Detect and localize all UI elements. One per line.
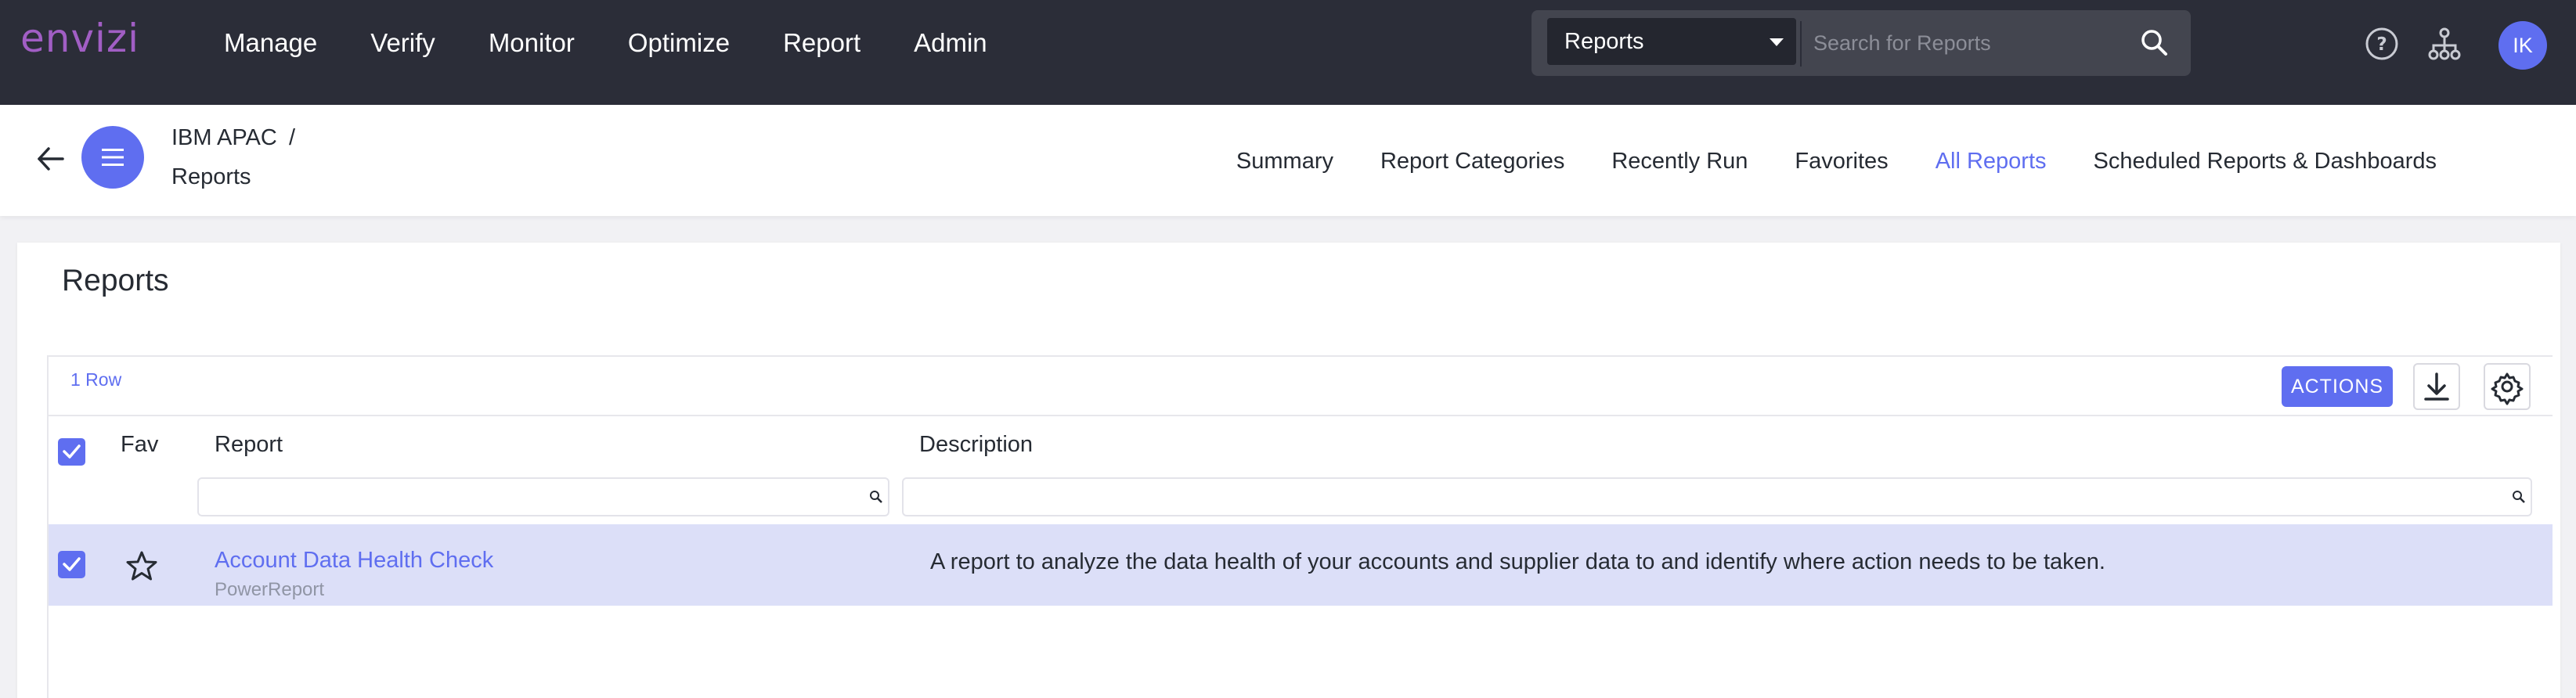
row-count: 1 Row	[70, 369, 122, 390]
search-input[interactable]	[1813, 23, 2127, 63]
search-scope-select[interactable]: Reports	[1547, 18, 1796, 65]
envizi-logo[interactable]: envizi	[20, 16, 139, 61]
nav-optimize[interactable]: Optimize	[628, 25, 730, 61]
tab-all-reports[interactable]: All Reports	[1936, 149, 2047, 174]
hierarchy-icon[interactable]	[2426, 25, 2463, 63]
actions-button[interactable]: ACTIONS	[2282, 366, 2393, 407]
nav-monitor[interactable]: Monitor	[489, 25, 575, 61]
search-divider	[1800, 21, 1802, 67]
breadcrumb-separator: /	[289, 125, 296, 150]
tab-favorites[interactable]: Favorites	[1795, 149, 1888, 174]
help-icon[interactable]: ?	[2363, 25, 2401, 63]
nav-admin[interactable]: Admin	[914, 25, 987, 61]
page-title: Reports	[62, 264, 169, 297]
tab-scheduled-reports[interactable]: Scheduled Reports & Dashboards	[2094, 149, 2437, 174]
reports-panel: Reports 1 Row ACTIONS Fav Report Descrip…	[17, 243, 2560, 698]
download-button[interactable]	[2413, 363, 2460, 410]
download-icon	[2424, 372, 2449, 401]
top-bar: envizi Manage Verify Monitor Optimize Re…	[0, 0, 2576, 105]
global-search: Reports	[1532, 10, 2191, 76]
back-arrow-icon[interactable]	[33, 141, 69, 177]
column-header-description[interactable]: Description	[919, 432, 1033, 458]
report-tabs: Summary Report Categories Recently Run F…	[1189, 149, 2437, 174]
select-all-checkbox[interactable]	[58, 438, 85, 466]
table-row[interactable]: Account Data Health Check PowerReport A …	[49, 524, 2553, 606]
column-header-fav[interactable]: Fav	[121, 432, 158, 458]
tab-summary[interactable]: Summary	[1236, 149, 1333, 174]
report-name-link[interactable]: Account Data Health Check	[215, 548, 493, 574]
report-description: A report to analyze the data health of y…	[930, 549, 2105, 574]
user-avatar[interactable]: IK	[2498, 21, 2547, 70]
gear-icon	[2491, 372, 2524, 405]
report-type: PowerReport	[215, 579, 325, 600]
nav-report[interactable]: Report	[783, 25, 860, 61]
caret-down-icon	[1770, 38, 1784, 46]
tab-report-categories[interactable]: Report Categories	[1380, 149, 1564, 174]
breadcrumb-page: Reports	[171, 164, 251, 189]
column-header-report[interactable]: Report	[215, 432, 283, 458]
settings-button[interactable]	[2484, 363, 2531, 410]
tab-recently-run[interactable]: Recently Run	[1611, 149, 1748, 174]
row-checkbox[interactable]	[58, 551, 85, 578]
favorite-star-icon[interactable]	[125, 549, 158, 582]
menu-button[interactable]	[81, 126, 144, 189]
nav-verify[interactable]: Verify	[370, 25, 435, 61]
reports-grid: 1 Row ACTIONS Fav Report Description Acc…	[47, 355, 2553, 698]
main-nav: Manage Verify Monitor Optimize Report Ad…	[224, 25, 1041, 61]
report-filter-input[interactable]	[197, 477, 889, 516]
toolbar-divider	[49, 415, 2553, 416]
search-icon[interactable]	[2139, 27, 2170, 59]
breadcrumb-org[interactable]: IBM APAC	[171, 125, 277, 151]
search-icon	[870, 491, 882, 503]
page-header: IBM APAC / Reports Summary Report Catego…	[0, 105, 2576, 216]
hamburger-icon	[102, 149, 124, 166]
search-icon	[2513, 491, 2525, 503]
search-scope-value: Reports	[1564, 29, 1644, 54]
nav-manage[interactable]: Manage	[224, 25, 317, 61]
description-filter-input[interactable]	[902, 477, 2532, 516]
svg-text:?: ?	[2376, 34, 2387, 55]
